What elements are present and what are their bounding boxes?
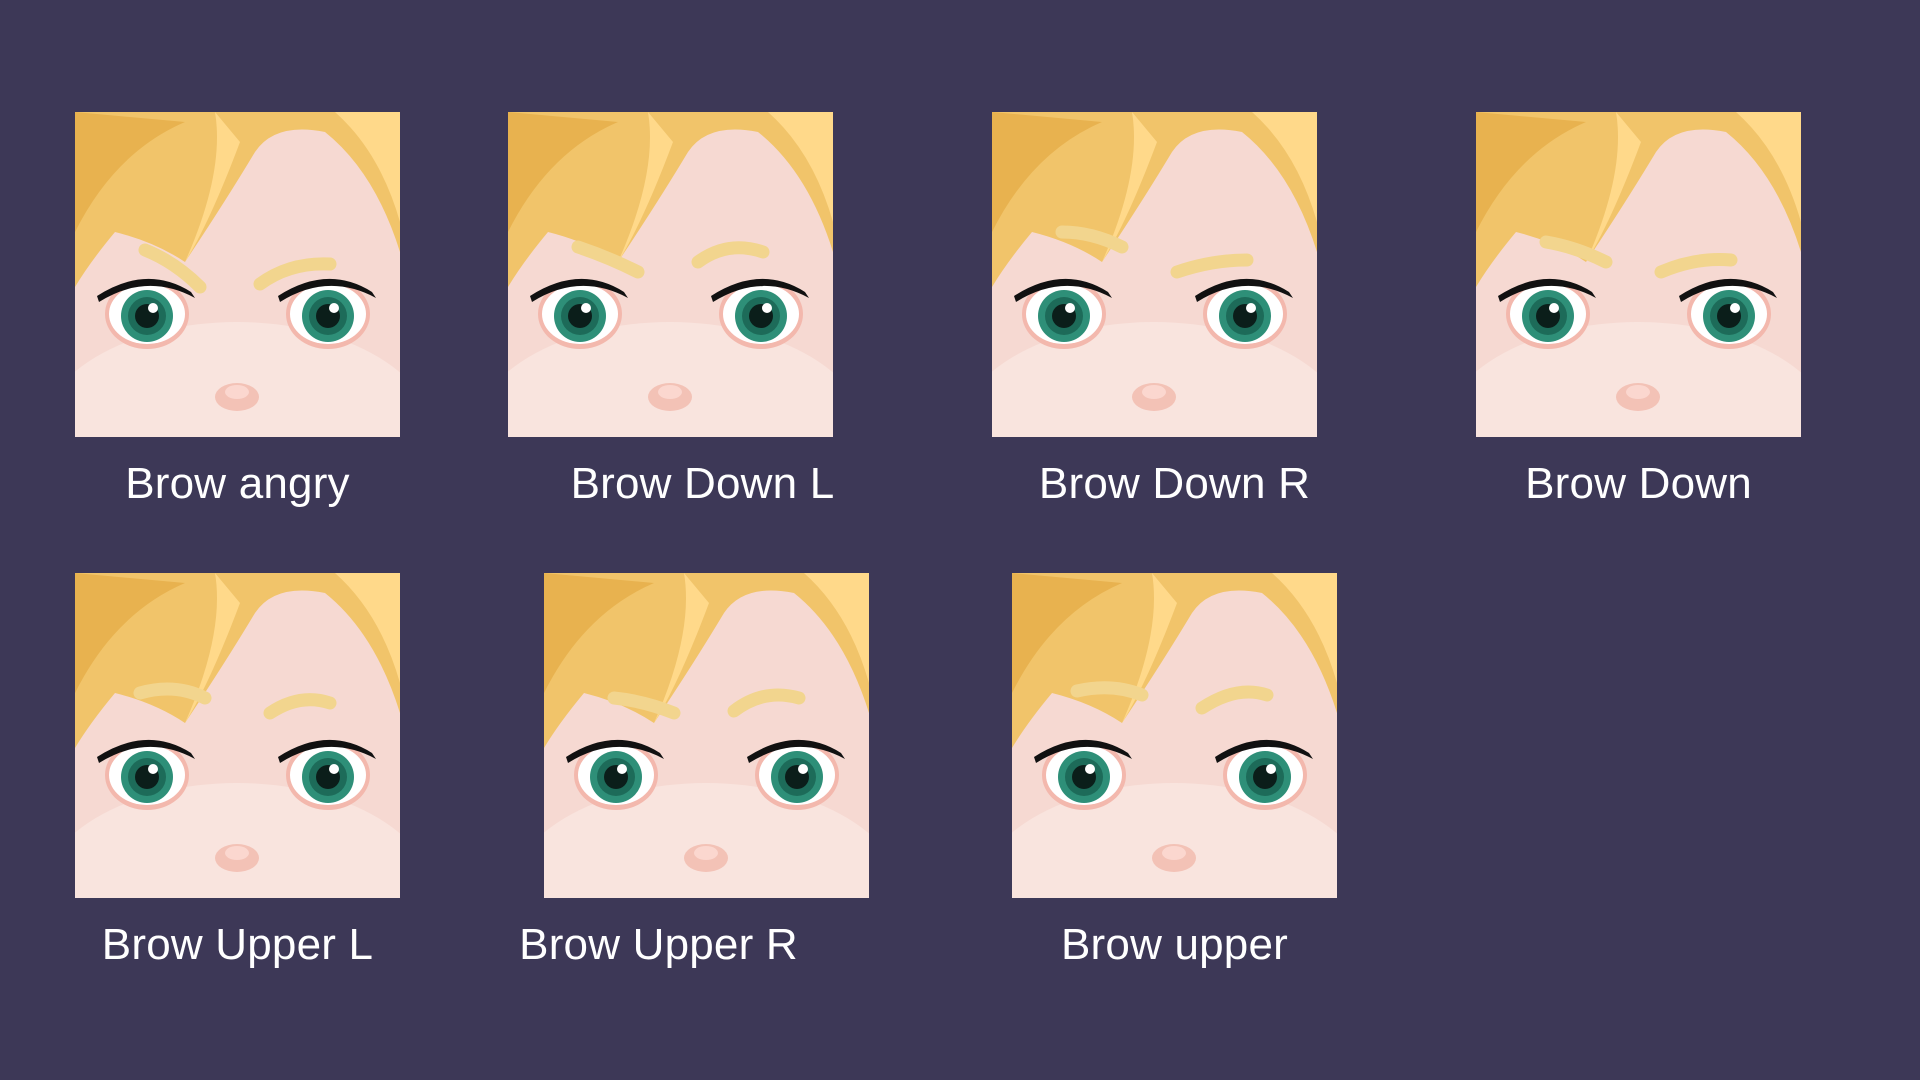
- face-thumbnail: [544, 573, 869, 898]
- tile-brow-upper-r: Brow Upper R: [519, 573, 869, 967]
- tile-brow-down-l: Brow Down L: [508, 112, 834, 506]
- tile-label: Brow Down R: [1038, 459, 1311, 508]
- face-illustration: [992, 112, 1317, 437]
- tile-brow-upper-l: Brow Upper L: [75, 573, 400, 967]
- face-illustration: [508, 112, 833, 437]
- face-illustration: [1012, 573, 1337, 898]
- face-thumbnail: [508, 112, 833, 437]
- tile-label: Brow Down L: [570, 459, 835, 508]
- face-illustration: [75, 112, 400, 437]
- tile-label: Brow angry: [125, 459, 350, 508]
- tile-brow-angry: Brow angry: [75, 112, 400, 506]
- face-illustration: [544, 573, 869, 898]
- tile-brow-down-r: Brow Down R: [992, 112, 1317, 506]
- tile-label: Brow Upper L: [101, 920, 374, 969]
- tile-brow-upper: Brow upper: [1012, 573, 1337, 967]
- face-thumbnail: [75, 112, 400, 437]
- tile-label: Brow upper: [1060, 920, 1289, 969]
- face-thumbnail: [75, 573, 400, 898]
- face-thumbnail: [1476, 112, 1801, 437]
- face-thumbnail: [1012, 573, 1337, 898]
- face-illustration: [75, 573, 400, 898]
- face-thumbnail: [992, 112, 1317, 437]
- tile-label: Brow Down: [1525, 459, 1752, 508]
- face-illustration: [1476, 112, 1801, 437]
- tile-label: Brow Upper R: [519, 920, 798, 969]
- tile-brow-down: Brow Down: [1476, 112, 1801, 506]
